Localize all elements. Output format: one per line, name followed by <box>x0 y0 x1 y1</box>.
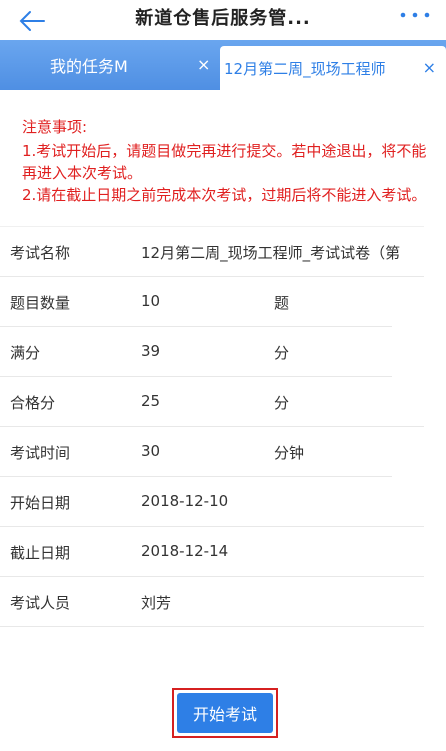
row-end-date: 截止日期 2018-12-14 <box>0 527 424 577</box>
row-unit: 分 <box>274 344 290 362</box>
notice-block: 注意事项: 1.考试开始后，请题目做完再进行提交。若中途退出，将不能再进入本次考… <box>0 90 446 206</box>
row-label: 截止日期 <box>10 544 71 562</box>
exam-info-list: 考试名称 12月第二周_现场工程师_考试试卷（第 题目数量 10 题 满分 39… <box>0 226 446 627</box>
row-label: 考试时间 <box>10 444 71 462</box>
row-exam-time: 考试时间 30 分钟 <box>0 427 392 477</box>
row-label: 考试名称 <box>10 244 71 262</box>
page-title: 新道仓售后服务管... <box>135 8 311 29</box>
tab-label: 我的任务M <box>50 57 128 76</box>
row-value: 刘芳 <box>141 594 172 612</box>
notice-line-2: 2.请在截止日期之前完成本次考试，过期后将不能进入考试。 <box>22 186 427 204</box>
tab-bar: 我的任务M × 12月第二周_现场工程师 × <box>0 40 446 90</box>
row-label: 考试人员 <box>10 594 71 612</box>
row-value: 10 <box>141 292 161 310</box>
row-start-date: 开始日期 2018-12-10 <box>0 477 424 527</box>
row-full-score: 满分 39 分 <box>0 327 392 377</box>
row-unit: 题 <box>274 294 290 312</box>
row-value: 2018-12-14 <box>141 542 229 560</box>
row-unit: 分钟 <box>274 444 305 462</box>
row-label: 题目数量 <box>10 294 71 312</box>
row-exam-name: 考试名称 12月第二周_现场工程师_考试试卷（第 <box>0 226 424 277</box>
row-pass-score: 合格分 25 分 <box>0 377 424 427</box>
row-label: 合格分 <box>10 394 56 412</box>
close-icon[interactable]: × <box>197 55 210 74</box>
row-label: 满分 <box>10 344 41 362</box>
more-dots-icon[interactable] <box>398 8 432 22</box>
top-bar: 新道仓售后服务管... <box>0 0 446 40</box>
row-question-count: 题目数量 10 题 <box>0 277 392 327</box>
row-value: 12月第二周_现场工程师_考试试卷（第 <box>141 244 401 262</box>
row-label: 开始日期 <box>10 494 71 512</box>
notice-title: 注意事项: <box>22 118 88 136</box>
row-unit: 分 <box>274 394 290 412</box>
tab-label: 12月第二周_现场工程师 <box>224 59 386 78</box>
row-value: 39 <box>141 342 161 360</box>
tab-exam[interactable]: 12月第二周_现场工程师 × <box>220 46 446 90</box>
row-value: 2018-12-10 <box>141 492 229 510</box>
row-value: 25 <box>141 392 161 410</box>
notice-line-1: 1.考试开始后，请题目做完再进行提交。若中途退出，将不能再进入本次考试。 <box>22 142 427 182</box>
row-examinee: 考试人员 刘芳 <box>0 577 424 627</box>
start-button-highlight: 开始考试 <box>172 688 278 738</box>
start-exam-button[interactable]: 开始考试 <box>177 693 273 733</box>
tab-my-tasks[interactable]: 我的任务M × <box>0 40 220 90</box>
row-value: 30 <box>141 442 161 460</box>
close-icon[interactable]: × <box>423 58 436 77</box>
